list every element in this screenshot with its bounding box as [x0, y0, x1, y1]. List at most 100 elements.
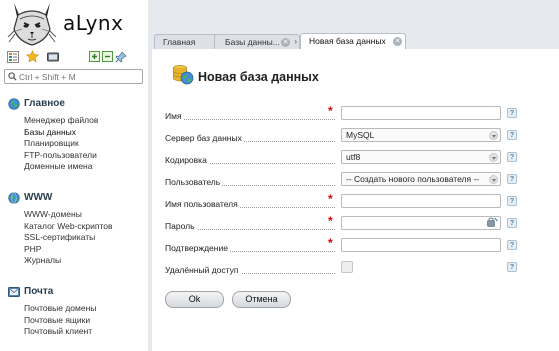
- field-label: Пароль: [165, 221, 335, 231]
- database-globe-icon: [173, 65, 194, 85]
- help-icon[interactable]: ?: [507, 218, 517, 228]
- form-title: Новая база данных: [198, 70, 319, 84]
- help-icon[interactable]: ?: [507, 152, 517, 162]
- sidebar-item-www-domains[interactable]: WWW-домены: [24, 209, 113, 221]
- sidebar-item-php[interactable]: PHP: [24, 244, 113, 256]
- sidebar-section-main: Главное Менеджер файлов Базы данных План…: [8, 97, 98, 173]
- form-row-remote-access: Удалённый доступ ?: [165, 259, 525, 276]
- field-label: Удалённый доступ: [165, 265, 335, 275]
- form-row-server: Сервер баз данных MySQL ?: [165, 127, 525, 144]
- help-icon[interactable]: ?: [507, 130, 517, 140]
- main-panel: Главная Базы данны... ✕ › Новая база дан…: [148, 0, 559, 351]
- sidebar-item-ssl-certificates[interactable]: SSL-сертификаты: [24, 232, 113, 244]
- confirm-password-input[interactable]: [341, 238, 501, 252]
- password-input[interactable]: [341, 216, 501, 230]
- sidebar-section-items: WWW-домены Каталог Web-скриптов SSL-серт…: [24, 209, 113, 267]
- lynx-logo-icon: [7, 3, 57, 46]
- sidebar: aLynx Главное: [0, 0, 148, 351]
- tree-view-icon[interactable]: [6, 50, 19, 63]
- sidebar-item-mailboxes[interactable]: Почтовые ящики: [24, 315, 96, 327]
- field-label: Пользователь: [165, 177, 335, 187]
- sidebar-section-header[interactable]: Главное: [8, 97, 98, 110]
- form-row-encoding: Кодировка utf8 ?: [165, 149, 525, 166]
- favorites-star-icon[interactable]: [26, 50, 39, 63]
- expand-all-icon[interactable]: [88, 50, 101, 63]
- select-value: utf8: [346, 152, 361, 162]
- ok-button[interactable]: Ok: [165, 291, 224, 308]
- tab-label: Новая база данных: [309, 36, 386, 46]
- field-label: Имя: [165, 111, 335, 121]
- search-icon: [8, 72, 17, 81]
- sidebar-toolbar: [0, 48, 148, 66]
- sidebar-section-title: Почта: [24, 286, 54, 297]
- required-mark: *: [328, 192, 333, 206]
- pin-icon[interactable]: [114, 50, 127, 63]
- required-mark: *: [328, 104, 333, 118]
- sidebar-section-items: Менеджер файлов Базы данных Планировщик …: [24, 115, 98, 173]
- sidebar-section-title: Главное: [24, 98, 65, 109]
- tab-databases[interactable]: Базы данны... ✕ ›: [214, 34, 300, 49]
- globe-www-icon: [8, 191, 20, 204]
- help-icon[interactable]: ?: [507, 174, 517, 184]
- logo: aLynx: [0, 0, 148, 48]
- sidebar-item-ftp-users[interactable]: FTP-пользователи: [24, 150, 98, 162]
- form-header: Новая база данных: [172, 64, 319, 86]
- form-row-confirm: Подтверждение * ?: [165, 236, 525, 254]
- sidebar-section-header[interactable]: WWW: [8, 191, 113, 204]
- tab-close-icon[interactable]: ✕: [393, 37, 402, 46]
- field-label: Подтверждение: [165, 243, 335, 253]
- help-icon[interactable]: ?: [507, 240, 517, 250]
- sidebar-section-header[interactable]: Почта: [8, 285, 96, 298]
- monitor-icon[interactable]: [46, 50, 59, 63]
- tab-label: Главная: [163, 37, 196, 47]
- tab-strip: Главная Базы данны... ✕ › Новая база дан…: [148, 30, 559, 49]
- field-label: Имя пользователя: [165, 199, 335, 209]
- tab-arrow-icon: ›: [294, 37, 297, 46]
- sidebar-section-items: Почтовые домены Почтовые ящики Почтовый …: [24, 303, 96, 338]
- sidebar-item-file-manager[interactable]: Менеджер файлов: [24, 115, 98, 127]
- search-box[interactable]: [4, 69, 143, 84]
- tab-new-database[interactable]: Новая база данных ✕: [300, 33, 406, 49]
- form-row-name: Имя * ?: [165, 104, 525, 122]
- sidebar-item-web-scripts[interactable]: Каталог Web-скриптов: [24, 221, 113, 233]
- user-select[interactable]: -- Создать нового пользователя --: [341, 172, 501, 186]
- chevron-down-icon: [489, 153, 498, 162]
- server-select[interactable]: MySQL: [341, 128, 501, 142]
- field-label: Сервер баз данных: [165, 133, 335, 143]
- tab-home[interactable]: Главная: [154, 34, 220, 49]
- sidebar-item-mail-domains[interactable]: Почтовые домены: [24, 303, 96, 315]
- name-input[interactable]: [341, 106, 501, 120]
- sidebar-section-title: WWW: [24, 192, 53, 203]
- select-value: -- Создать нового пользователя --: [346, 174, 480, 184]
- form-row-username: Имя пользователя * ?: [165, 192, 525, 210]
- sidebar-section-mail: Почта Почтовые домены Почтовые ящики Поч…: [8, 285, 96, 338]
- cancel-button[interactable]: Отмена: [232, 291, 291, 308]
- required-mark: *: [328, 236, 333, 250]
- sidebar-item-mail-client[interactable]: Почтовый клиент: [24, 326, 96, 338]
- sidebar-item-databases[interactable]: Базы данных: [24, 127, 98, 139]
- form-panel: Новая база данных Имя * ? Сервер баз дан…: [152, 49, 559, 351]
- collapse-all-icon[interactable]: [101, 50, 114, 63]
- search-input[interactable]: [19, 71, 139, 82]
- help-icon[interactable]: ?: [507, 262, 517, 272]
- form-row-password: Пароль * ?: [165, 214, 525, 232]
- form-row-user: Пользователь -- Создать нового пользоват…: [165, 171, 525, 188]
- help-icon[interactable]: ?: [507, 108, 517, 118]
- sidebar-item-domain-names[interactable]: Доменные имена: [24, 161, 98, 173]
- sidebar-item-logs[interactable]: Журналы: [24, 255, 113, 267]
- chevron-down-icon: [489, 175, 498, 184]
- password-generator-icon[interactable]: [487, 217, 498, 227]
- help-icon[interactable]: ?: [507, 196, 517, 206]
- tab-label: Базы данны...: [225, 37, 280, 47]
- app-name: aLynx: [63, 11, 124, 35]
- chevron-down-icon: [489, 131, 498, 140]
- encoding-select[interactable]: utf8: [341, 150, 501, 164]
- username-input[interactable]: [341, 194, 501, 208]
- globe-icon: [8, 97, 20, 110]
- tab-close-icon[interactable]: ✕: [281, 38, 290, 47]
- mail-icon: [8, 286, 20, 298]
- field-label: Кодировка: [165, 155, 335, 165]
- sidebar-section-www: WWW WWW-домены Каталог Web-скриптов SSL-…: [8, 191, 113, 267]
- sidebar-item-scheduler[interactable]: Планировщик: [24, 138, 98, 150]
- remote-access-checkbox[interactable]: [341, 261, 353, 273]
